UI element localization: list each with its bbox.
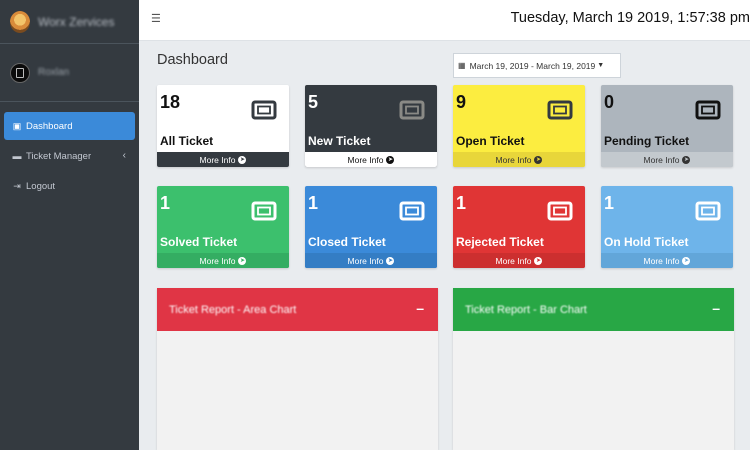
more-info-link[interactable]: More Info ➤ <box>601 152 733 167</box>
more-info-link[interactable]: More Info ➤ <box>305 253 437 268</box>
stat-label: On Hold Ticket <box>604 235 689 249</box>
chevron-left-icon: ‹ <box>122 150 126 161</box>
stat-card-all: 18 All Ticket More Info ➤ <box>157 85 289 167</box>
sidebar-item-dashboard[interactable]: ▣ Dashboard <box>4 112 135 140</box>
more-info-label: More Info <box>495 255 532 266</box>
stat-label: All Ticket <box>160 134 214 148</box>
arrow-circle-right-icon: ➤ <box>238 155 247 164</box>
more-info-label: More Info <box>347 255 384 266</box>
ticket-icon <box>695 100 721 120</box>
stat-label: Open Ticket <box>456 134 525 148</box>
stat-value: 1 <box>604 193 615 213</box>
ticket-icon <box>547 100 573 120</box>
stat-label: Solved Ticket <box>160 235 238 249</box>
panel-title: Ticket Report - Area Chart <box>169 303 297 316</box>
more-info-label: More Info <box>643 255 680 266</box>
more-info-label: More Info <box>199 154 236 165</box>
date-range-value: March 19, 2019 - March 19, 2019 <box>469 60 596 71</box>
stat-label: Pending Ticket <box>604 134 690 148</box>
sidebar-item-label: Dashboard <box>26 120 73 132</box>
arrow-circle-right-icon: ➤ <box>238 256 247 265</box>
stat-card-open: 9 Open Ticket More Info ➤ <box>453 85 585 167</box>
sidebar: Worx Zervices Roxlan ▣ Dashboard ▬ Ticke… <box>0 0 139 450</box>
more-info-label: More Info <box>199 255 236 266</box>
more-info-label: More Info <box>495 154 532 165</box>
page-title: Dashboard <box>157 52 228 68</box>
menu-toggle-icon[interactable]: ☰ <box>151 12 161 25</box>
stat-card-rejected: 1 Rejected Ticket More Info ➤ <box>453 186 585 268</box>
stat-value: 18 <box>160 92 181 112</box>
area-chart-panel: Ticket Report - Area Chart – <box>157 288 438 450</box>
sidebar-item-logout[interactable]: ⇥ Logout <box>4 172 135 200</box>
panel-header: Ticket Report - Area Chart – <box>157 288 438 331</box>
arrow-circle-right-icon: ➤ <box>682 256 691 265</box>
minimize-button[interactable]: – <box>416 300 424 316</box>
more-info-label: More Info <box>347 154 384 165</box>
stat-label: New Ticket <box>308 134 371 148</box>
stat-card-on-hold: 1 On Hold Ticket More Info ➤ <box>601 186 733 268</box>
ticket-icon <box>251 100 277 120</box>
brand-name: Worx Zervices <box>38 14 115 29</box>
sidebar-item-label: Ticket Manager <box>26 150 92 162</box>
stat-label: Rejected Ticket <box>456 235 544 249</box>
stat-card-solved: 1 Solved Ticket More Info ➤ <box>157 186 289 268</box>
arrow-circle-right-icon: ➤ <box>534 155 543 164</box>
stat-card-closed: 1 Closed Ticket More Info ➤ <box>305 186 437 268</box>
panel-title: Ticket Report - Bar Chart <box>465 303 587 316</box>
dashboard-icon: ▣ <box>12 120 22 131</box>
stat-card-new: 5 New Ticket More Info ➤ <box>305 85 437 167</box>
bar-chart-panel: Ticket Report - Bar Chart – <box>453 288 734 450</box>
user-panel[interactable]: Roxlan <box>0 44 139 102</box>
sidebar-item-label: Logout <box>26 180 56 192</box>
user-name: Roxlan <box>38 67 70 78</box>
ticket-icon <box>251 201 277 221</box>
panel-header: Ticket Report - Bar Chart – <box>453 288 734 331</box>
topbar: ☰ Tuesday, March 19 2019, 1:57:38 pm <box>139 0 750 41</box>
stat-value: 0 <box>604 92 615 112</box>
arrow-circle-right-icon: ➤ <box>386 155 395 164</box>
more-info-link[interactable]: More Info ➤ <box>601 253 733 268</box>
more-info-link[interactable]: More Info ➤ <box>453 253 585 268</box>
arrow-circle-right-icon: ➤ <box>386 256 395 265</box>
ticket-icon <box>399 201 425 221</box>
sidebar-nav: ▣ Dashboard ▬ Ticket Manager ‹ ⇥ Logout <box>0 102 139 200</box>
more-info-link[interactable]: More Info ➤ <box>157 152 289 167</box>
current-datetime: Tuesday, March 19 2019, 1:57:38 pm <box>510 10 750 26</box>
more-info-link[interactable]: More Info ➤ <box>157 253 289 268</box>
stat-label: Closed Ticket <box>308 235 386 249</box>
more-info-link[interactable]: More Info ➤ <box>305 152 437 167</box>
calendar-icon: ▦ <box>458 61 466 70</box>
ticket-icon: ▬ <box>12 151 22 161</box>
minimize-button[interactable]: – <box>712 300 720 316</box>
more-info-label: More Info <box>643 154 680 165</box>
date-range-picker[interactable]: ▦ March 19, 2019 - March 19, 2019 ▼ <box>453 53 621 78</box>
ticket-icon <box>547 201 573 221</box>
caret-down-icon: ▼ <box>597 62 605 69</box>
stat-value: 1 <box>160 193 171 213</box>
ticket-icon <box>695 201 721 221</box>
sidebar-item-ticket-manager[interactable]: ▬ Ticket Manager ‹ <box>4 142 135 170</box>
arrow-circle-right-icon: ➤ <box>534 256 543 265</box>
avatar <box>10 62 30 83</box>
stat-value: 5 <box>308 92 319 112</box>
stat-value: 9 <box>456 92 467 112</box>
more-info-link[interactable]: More Info ➤ <box>453 152 585 167</box>
brand-logo <box>10 10 30 33</box>
arrow-circle-right-icon: ➤ <box>682 155 691 164</box>
logout-icon: ⇥ <box>13 180 21 191</box>
stat-value: 1 <box>308 193 319 213</box>
stat-value: 1 <box>456 193 467 213</box>
brand[interactable]: Worx Zervices <box>0 0 139 44</box>
ticket-icon <box>399 100 425 120</box>
stat-card-pending: 0 Pending Ticket More Info ➤ <box>601 85 733 167</box>
